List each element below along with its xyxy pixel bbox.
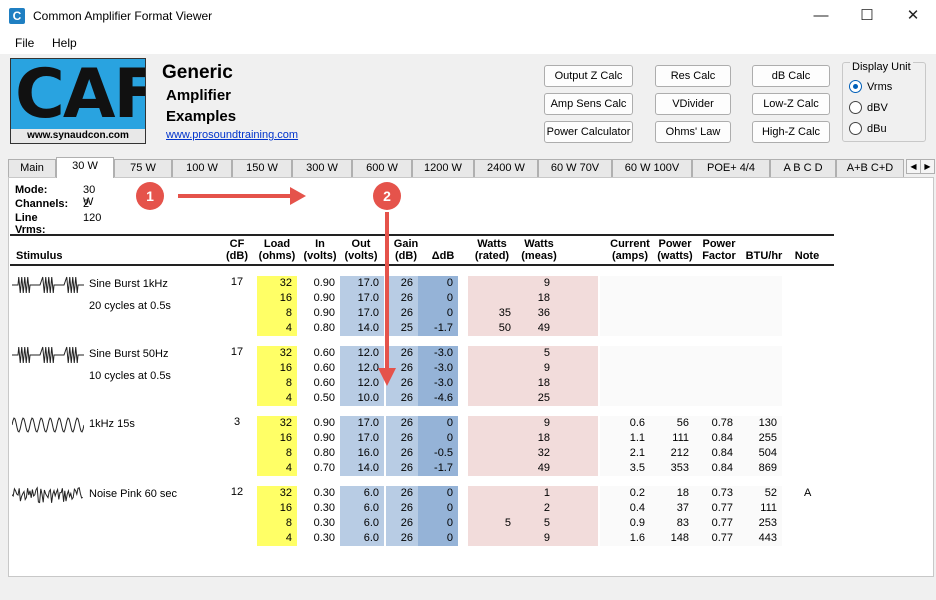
annotation-badge-1: 1 [136, 182, 164, 210]
annotation-badge-2: 2 [373, 182, 401, 210]
arrow-1 [178, 187, 306, 205]
status-bar [0, 580, 936, 600]
arrow-2 [378, 212, 396, 386]
tab-30w[interactable]: 30 W [56, 157, 114, 178]
annotation-overlay [178, 187, 396, 386]
